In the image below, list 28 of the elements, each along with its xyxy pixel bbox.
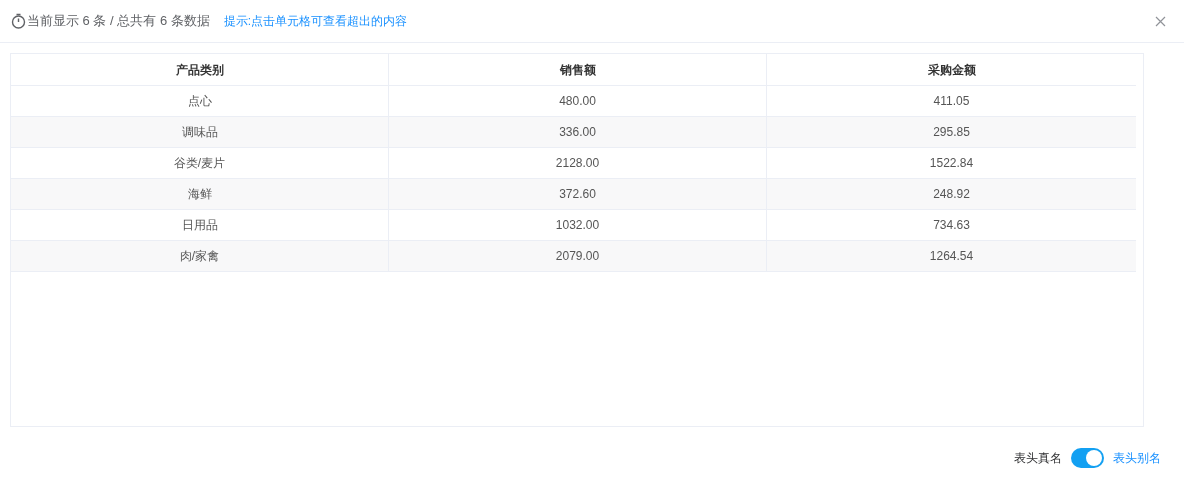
- table-cell-text: 411.05: [932, 93, 971, 110]
- table-cell: 480.00: [389, 86, 767, 116]
- table-cell-text: 1522.84: [928, 155, 975, 172]
- toggle-on-label: 表头别名: [1113, 450, 1161, 467]
- table-cell-text: 295.85: [932, 124, 971, 141]
- table-cell: 日用品: [11, 210, 389, 240]
- table-cell: 海鲜: [11, 179, 389, 209]
- table-cell-text: 734.63: [932, 217, 971, 234]
- hint-text: 提示:点击单元格可查看超出的内容: [223, 13, 408, 30]
- toggle-switch[interactable]: [1071, 448, 1104, 468]
- table-cell: 2128.00: [389, 148, 767, 178]
- close-icon: [1154, 15, 1166, 27]
- table-cell-text: 1264.54: [928, 248, 975, 265]
- table-cell: 1032.00: [389, 210, 767, 240]
- toggle-off-label: 表头真名: [1014, 450, 1062, 467]
- record-count-text: 当前显示 6 条 / 总共有 6 条数据: [27, 12, 210, 31]
- table-cell: 372.60: [389, 179, 767, 209]
- table-cell: 2079.00: [389, 241, 767, 271]
- table-cell: 谷类/麦片: [11, 148, 389, 178]
- column-header: 采购金额: [926, 61, 977, 79]
- table-cell: 点心: [11, 86, 389, 116]
- table-cell: 肉/家禽: [11, 241, 389, 271]
- table-cell: 调味品: [11, 117, 389, 147]
- column-header: 产品类别: [11, 54, 389, 85]
- table-cell: 336.00: [389, 117, 767, 147]
- table-cell-text: 248.92: [932, 186, 971, 203]
- stopwatch-icon: [11, 13, 26, 29]
- column-header: 销售额: [389, 54, 767, 85]
